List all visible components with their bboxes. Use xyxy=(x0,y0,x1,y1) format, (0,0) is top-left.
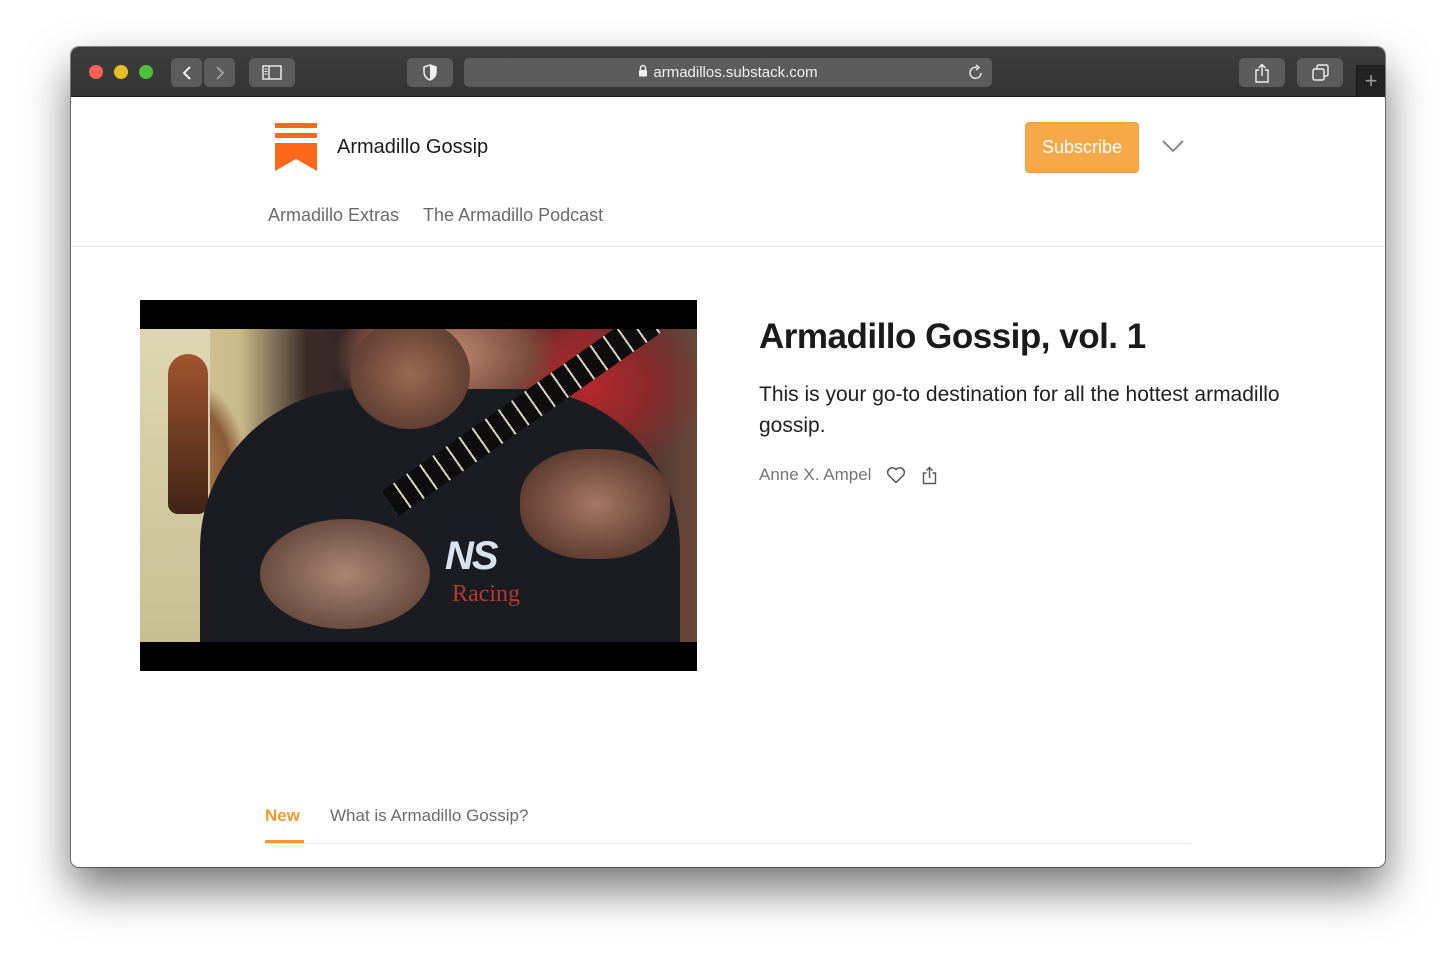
address-bar[interactable]: armadillos.substack.com xyxy=(464,58,992,87)
author-name[interactable]: Anne X. Ampel xyxy=(759,465,871,485)
active-tab-indicator xyxy=(265,840,304,843)
chevron-right-icon xyxy=(215,65,224,80)
lock-icon xyxy=(638,64,648,81)
substack-logo-icon[interactable] xyxy=(275,123,317,171)
post-tabs: New What is Armadillo Gossip? xyxy=(265,794,1191,844)
back-button[interactable] xyxy=(171,58,202,87)
nav-link-armadillo-extras[interactable]: Armadillo Extras xyxy=(268,205,399,226)
heart-icon[interactable] xyxy=(886,466,906,484)
minimize-window-button[interactable] xyxy=(114,65,128,79)
new-tab-button[interactable]: + xyxy=(1356,65,1385,97)
tab-new-label: New xyxy=(265,806,300,825)
tab-what-is-armadillo-gossip[interactable]: What is Armadillo Gossip? xyxy=(330,806,528,826)
chevron-left-icon xyxy=(182,65,191,80)
post-description: This is your go-to destination for all t… xyxy=(759,383,1280,437)
share-icon[interactable] xyxy=(922,466,937,485)
post-title[interactable]: Armadillo Gossip, vol. 1 xyxy=(759,317,1146,357)
share-button[interactable] xyxy=(1239,58,1285,87)
sidebar-icon xyxy=(262,65,282,80)
tab-overview-button[interactable] xyxy=(1297,58,1343,87)
page-content: Armadillo Gossip Subscribe Armadillo Ext… xyxy=(71,97,1385,867)
jacket-text: Racing xyxy=(452,581,520,607)
tabs-icon xyxy=(1311,64,1329,81)
share-icon xyxy=(1255,63,1269,83)
nav-link-armadillo-podcast[interactable]: The Armadillo Podcast xyxy=(423,205,603,226)
browser-toolbar: armadillos.substack.com + xyxy=(71,47,1385,97)
hero-video-thumbnail[interactable]: NS Racing xyxy=(140,300,697,671)
header-divider xyxy=(71,246,1385,247)
close-window-button[interactable] xyxy=(89,65,103,79)
subscribe-button[interactable]: Subscribe xyxy=(1025,122,1139,173)
chevron-down-icon[interactable] xyxy=(1161,139,1185,153)
forward-button[interactable] xyxy=(204,58,235,87)
figurine-image xyxy=(168,354,208,514)
video-frame: NS Racing xyxy=(140,329,697,642)
section-nav: Armadillo Extras The Armadillo Podcast xyxy=(268,205,603,226)
tab-new[interactable]: New xyxy=(265,806,304,843)
sidebar-toggle-button[interactable] xyxy=(249,58,295,87)
zoom-window-button[interactable] xyxy=(139,65,153,79)
privacy-report-button[interactable] xyxy=(407,58,453,87)
browser-window: armadillos.substack.com + Armadillo Goss… xyxy=(71,47,1385,867)
reload-icon[interactable] xyxy=(968,64,984,85)
publication-name[interactable]: Armadillo Gossip xyxy=(337,136,488,159)
plus-icon: + xyxy=(1364,68,1378,93)
byline: Anne X. Ampel xyxy=(759,465,937,485)
url-text: armadillos.substack.com xyxy=(653,64,818,81)
shield-icon xyxy=(423,64,437,81)
